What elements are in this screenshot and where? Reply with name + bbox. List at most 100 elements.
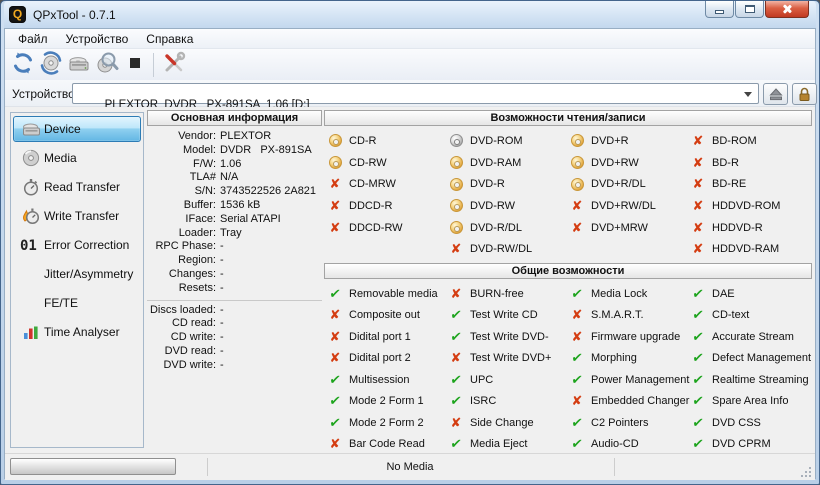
check-icon: ✔ [570,350,584,366]
cross-icon: ✘ [571,219,583,235]
capability-cd-mrw: ✘ CD-MRW [328,173,449,195]
info-row: DVD read: - [147,345,322,359]
capability-label: BURN-free [470,287,524,300]
menu-file[interactable]: Файл [9,30,57,48]
cross-icon: ✘ [571,328,583,344]
progress-bar [10,458,176,475]
check-icon: ✔ [449,307,463,323]
drive-tray-button[interactable] [65,51,93,79]
check-icon: ✔ [691,307,705,323]
writable-disc-icon [449,221,463,235]
maximize-button[interactable] [735,1,764,18]
sidebar-item-label: Device [44,122,81,136]
sidebar-item-label: Jitter/Asymmetry [44,267,134,281]
sidebar: Device Media Read Transfer Write Transfer 01… [10,112,144,448]
capability-label: DAE [712,287,735,300]
capabilities-column: DVD+R DVD+RW DVD+R/DL ✘ DVD+RW/DL ✘ DVD+MRW [570,130,691,260]
eject-button[interactable] [763,83,788,105]
menu-bar: Файл Устройство Справка [5,29,815,49]
stopwatch-icon [18,178,44,196]
check-icon: ✔ [691,285,705,301]
capability-accurate-stream: ✔ Accurate Stream [691,326,812,348]
capability-label: DVD CSS [712,416,761,429]
capability-dvd-rw-dl: ✘ DVD+RW/DL [570,195,691,217]
sidebar-item-error-correction[interactable]: 01 Error Correction [13,232,141,258]
cross-icon: ✘ [692,132,704,148]
capability-label: Media Eject [470,438,528,451]
capability-test-write-cd: ✔ Test Write CD [449,305,570,327]
sidebar-item-read-transfer[interactable]: Read Transfer [13,174,141,200]
capability-label: Mode 2 Form 1 [349,395,424,408]
stop-button[interactable] [121,51,149,79]
sidebar-item-time-analyser[interactable]: Time Analyser [13,319,141,345]
check-icon: ✔ [449,328,463,344]
capability-dvd-r-dl: DVD-R/DL [449,217,570,239]
capability-label: HDDVD-ROM [712,199,781,212]
magnifier-disc-icon [95,51,119,78]
check-icon: ✔ [328,393,342,409]
sidebar-item-jitter-asymmetry[interactable]: Jitter/Asymmetry [13,261,141,287]
capability-multisession: ✔ Multisession [328,369,449,391]
capability-label: DVD CPRM [712,438,771,451]
scan-media-button[interactable] [93,51,121,79]
writable-disc-icon [449,177,463,191]
resize-grip[interactable] [801,467,812,478]
info-row-label: F/W: [192,157,216,170]
capability-morphing: ✔ Morphing [570,348,691,370]
refresh-media-button[interactable] [37,51,65,79]
menu-device[interactable]: Устройство [57,30,138,48]
cross-icon: ✘ [329,176,341,192]
lock-button[interactable] [792,83,817,105]
capability-label: Embedded Changer [591,395,690,408]
capability-label: Bar Code Read [349,438,425,451]
info-row-label: CD write: [170,331,216,344]
refresh-bus-button[interactable] [9,51,37,79]
info-row: Buffer: 1536 kB [147,199,322,213]
minimize-button[interactable] [705,1,734,18]
capability-isrc: ✔ ISRC [449,391,570,413]
writable-disc-icon [570,156,584,170]
sidebar-item-write-transfer[interactable]: Write Transfer [13,203,141,229]
check-icon: ✔ [691,414,705,430]
capability-hddvd-r: ✘ HDDVD-R [691,217,812,239]
cross-icon: ✘ [450,414,462,430]
device-bar: Устройство: PLEXTOR DVDR PX-891SA 1.06 [… [5,80,817,111]
check-icon: ✔ [570,436,584,452]
close-button[interactable] [765,1,809,18]
capability-side-change: ✘ Side Change [449,412,570,434]
sidebar-item-label: FE/TE [44,296,79,310]
capability-ddcd-r: ✘ DDCD-R [328,195,449,217]
capability-realtime-streaming: ✔ Realtime Streaming [691,369,812,391]
sidebar-item-fe-te[interactable]: FE/TE [13,290,141,316]
capability-label: Composite out [349,309,420,322]
stopwatch-flame-icon [18,207,44,225]
titlebar[interactable]: Q QPxTool - 0.7.1 [4,1,816,28]
capability-label: DVD-R/DL [470,221,522,234]
cross-icon: ✘ [329,328,341,344]
drive-icon [18,121,44,137]
media-disc-icon [18,149,44,167]
capability-label: DVD-R [470,178,505,191]
menu-help[interactable]: Справка [137,30,202,48]
device-select[interactable]: PLEXTOR DVDR PX-891SA 1.06 [D:] [72,83,759,111]
preferences-button[interactable] [160,51,188,79]
capability-label: DVD+R/DL [591,178,646,191]
writable-disc-icon [570,134,584,148]
cross-icon: ✘ [450,350,462,366]
status-bar: No Media [5,453,815,480]
sidebar-item-label: Time Analyser [44,325,120,339]
cross-icon: ✘ [571,393,583,409]
capability-s-m-a-r-t: ✘ S.M.A.R.T. [570,305,691,327]
sidebar-item-media[interactable]: Media [13,145,141,171]
window-title: QPxTool - 0.7.1 [33,7,116,22]
capability-label: Test Write CD [470,309,538,322]
capability-didital-port-1: ✘ Didital port 1 [328,326,449,348]
check-icon: ✔ [449,371,463,387]
capability-label: DVD+RW [591,156,639,169]
info-row-value: - [220,303,224,316]
capability-bd-r: ✘ BD-R [691,152,812,174]
info-row-value: - [220,344,224,357]
capability-dvd-mrw: ✘ DVD+MRW [570,217,691,239]
sidebar-item-device[interactable]: Device [13,116,141,142]
capability-audio-cd: ✔ Audio-CD [570,434,691,456]
